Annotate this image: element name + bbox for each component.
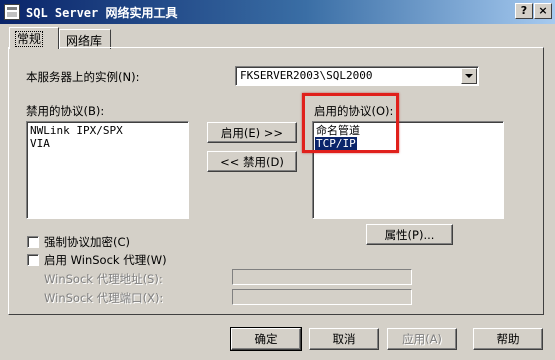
- annotation-highlight-box: [302, 93, 399, 153]
- winsock-port-label: WinSock 代理端口(X):: [44, 291, 164, 305]
- list-item[interactable]: VIA: [29, 137, 186, 150]
- enable-winsock-checkbox[interactable]: [27, 254, 39, 266]
- disable-button[interactable]: << 禁用(D): [207, 151, 297, 172]
- apply-button[interactable]: 应用(A): [387, 328, 457, 350]
- winsock-address-label: WinSock 代理地址(S):: [44, 272, 163, 286]
- instance-combobox[interactable]: FKSERVER2003\SQL2000: [235, 66, 479, 86]
- enable-button[interactable]: 启用(E) >>: [207, 122, 297, 143]
- instance-value: FKSERVER2003\SQL2000: [240, 69, 373, 82]
- tab-network-libraries-label: 网络库: [66, 34, 103, 48]
- tab-network-libraries[interactable]: 网络库: [59, 29, 111, 49]
- ok-button[interactable]: 确定: [230, 327, 302, 351]
- tab-general-label: 常规: [14, 31, 44, 47]
- force-encryption-checkbox[interactable]: [27, 236, 39, 248]
- app-icon: [4, 4, 20, 20]
- chevron-down-icon[interactable]: [461, 68, 477, 84]
- help-button[interactable]: 帮助: [473, 328, 543, 350]
- instance-label: 本服务器上的实例(N):: [26, 70, 140, 84]
- disabled-protocols-list[interactable]: NWLink IPX/SPX VIA: [26, 121, 189, 219]
- winsock-port-field[interactable]: [232, 289, 412, 305]
- winsock-address-field[interactable]: [232, 269, 412, 285]
- window-title: SQL Server 网络实用工具: [26, 6, 178, 20]
- enable-winsock-label[interactable]: 启用 WinSock 代理(W): [44, 252, 167, 268]
- properties-button[interactable]: 属性(P)...: [366, 224, 453, 245]
- cancel-button[interactable]: 取消: [309, 328, 379, 350]
- list-item[interactable]: NWLink IPX/SPX: [29, 124, 186, 137]
- help-title-button[interactable]: ?: [515, 3, 533, 19]
- disabled-protocols-label: 禁用的协议(B):: [26, 104, 105, 118]
- close-title-button[interactable]: ×: [534, 3, 552, 19]
- tab-general[interactable]: 常规: [9, 27, 59, 49]
- force-encryption-label[interactable]: 强制协议加密(C): [44, 234, 130, 250]
